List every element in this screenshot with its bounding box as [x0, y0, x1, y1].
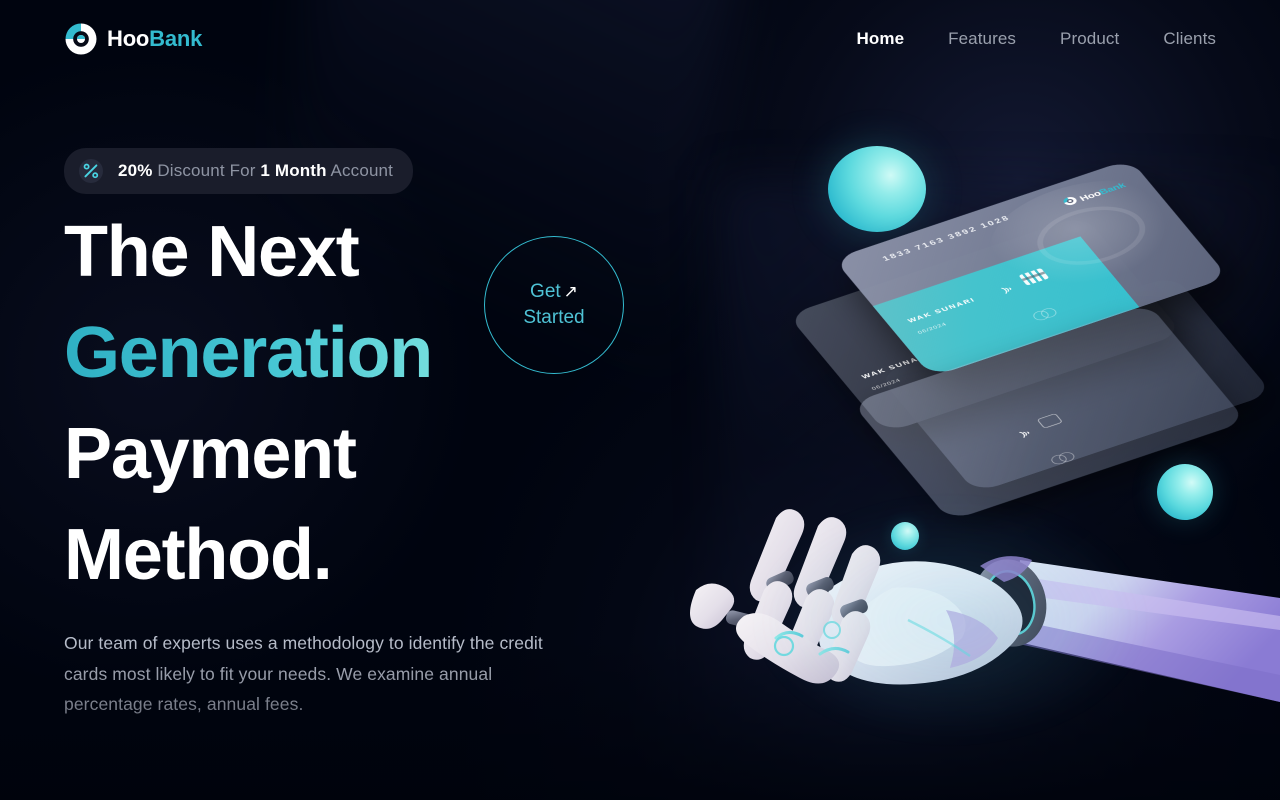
brand-name: HooBank: [107, 28, 202, 50]
card-chip-outline-icon: [1036, 413, 1063, 429]
nav-link-product[interactable]: Product: [1060, 29, 1119, 49]
headline-line-3: Payment: [64, 414, 357, 494]
discount-label-1: Discount For: [157, 161, 256, 180]
hero-content: 20% Discount For 1 Month Account The Nex…: [64, 148, 664, 620]
brand-name-first: Hoo: [107, 26, 150, 51]
nav-link-home[interactable]: Home: [857, 29, 905, 49]
discount-duration: 1 Month: [260, 161, 327, 180]
nav-links: Home Features Product Clients: [813, 29, 1217, 49]
card-network-icon: [1048, 450, 1078, 466]
landing-page: HooBank Home Features Product Clients WA…: [0, 0, 1280, 800]
hand-glow: [740, 490, 1160, 750]
get-started-button[interactable]: Get ↗ Started: [484, 236, 624, 374]
discount-label-2: Account: [330, 161, 394, 180]
get-started-line-2: Started: [523, 307, 585, 328]
brand-logo[interactable]: HooBank: [64, 22, 202, 56]
get-started-label: Get ↗ Started: [523, 279, 584, 331]
arrow-up-right-icon: ↗: [563, 282, 578, 302]
discount-percent: 20%: [118, 161, 153, 180]
get-started-line-1: Get ↗: [523, 279, 584, 305]
discount-badge: 20% Discount For 1 Month Account: [64, 148, 414, 194]
discount-badge-text: 20% Discount For 1 Month Account: [118, 161, 393, 181]
nav-link-features[interactable]: Features: [948, 29, 1016, 49]
hero-illustration: WAK SUNARI 06/2024 1833 7163 3892 1028 H…: [680, 0, 1280, 800]
hoobank-circle-logo-icon: [64, 22, 98, 56]
get-started-text-get: Get: [530, 281, 561, 303]
robotic-hand-illustration: [680, 470, 1280, 800]
headline-line-4: Method.: [64, 515, 333, 595]
navbar: HooBank Home Features Product Clients: [0, 0, 1280, 78]
brand-name-second: Bank: [149, 26, 203, 51]
percent-icon: [78, 158, 104, 184]
nav-link-clients[interactable]: Clients: [1163, 29, 1216, 49]
contactless-icon: [1015, 426, 1036, 440]
